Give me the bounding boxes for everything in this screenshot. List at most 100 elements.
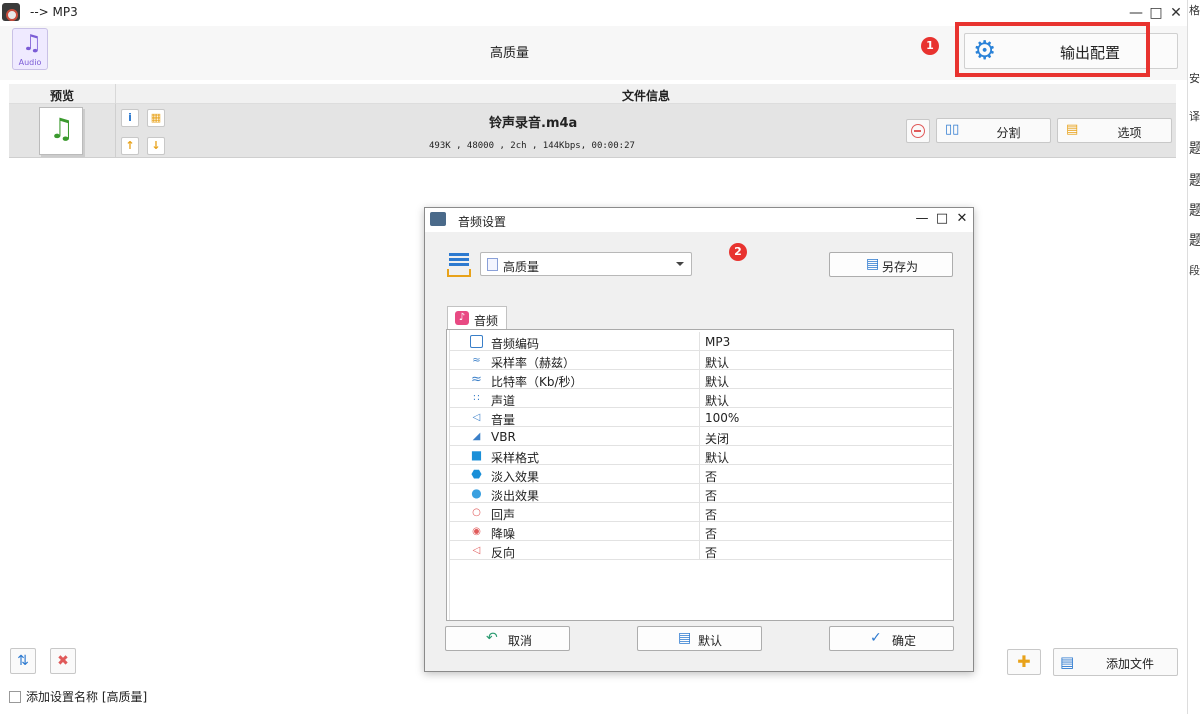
setting-row[interactable]: 音频编码 MP3 xyxy=(449,332,952,351)
setting-key: 反向 xyxy=(491,546,516,560)
app-icon xyxy=(2,3,20,21)
setting-key: 音量 xyxy=(491,413,516,427)
side-text: 格: xyxy=(1189,4,1200,17)
setting-row[interactable]: ● 淡出效果 否 xyxy=(449,484,952,503)
options-button[interactable]: ▤ 选项 xyxy=(1057,118,1172,143)
add-file-button[interactable]: ▤ 添加文件 xyxy=(1053,648,1178,676)
music-note-icon: ♪ xyxy=(455,311,469,325)
setting-row[interactable]: ≈ 采样率（赫兹） 默认 xyxy=(449,351,952,370)
check-circle-icon: ✓ xyxy=(870,630,882,646)
dialog-minimize-icon[interactable]: — xyxy=(913,210,931,228)
split-button[interactable]: ▯▯ 分割 xyxy=(936,118,1051,143)
setting-key: 比特率（Kb/秒） xyxy=(491,375,583,389)
setting-value: 默认 xyxy=(705,356,730,370)
setting-value: 默认 xyxy=(705,451,730,465)
step-badge-1: 1 xyxy=(921,37,939,55)
chevron-down-icon xyxy=(676,262,684,266)
default-button[interactable]: ▤ 默认 xyxy=(637,626,762,651)
ok-button[interactable]: ✓ 确定 xyxy=(829,626,954,651)
dialog-maximize-icon[interactable]: □ xyxy=(933,210,951,228)
volume-icon: ◁ xyxy=(472,412,481,423)
setting-value: 否 xyxy=(705,546,718,560)
echo-icon: ○ xyxy=(472,507,481,518)
setting-value: 默认 xyxy=(705,394,730,408)
file-row[interactable]: ♫ i ▦ ↑ ↓ 铃声录音.m4a 493K , 48000 , 2ch , … xyxy=(9,104,1176,158)
dialog-close-icon[interactable]: ✕ xyxy=(953,210,971,228)
setting-row[interactable]: ◁ 反向 否 xyxy=(449,541,952,560)
side-text: 段 xyxy=(1189,264,1200,277)
setting-row[interactable]: ∷ 声道 默认 xyxy=(449,389,952,408)
dialog-title: 音频设置 xyxy=(458,215,507,229)
channel-icon: ∷ xyxy=(473,393,480,404)
minimize-icon[interactable]: — xyxy=(1126,3,1146,23)
save-as-button[interactable]: ▤ 另存为 xyxy=(829,252,953,277)
setting-key: 音频编码 xyxy=(491,337,540,351)
setting-value: 100% xyxy=(705,411,740,425)
add-folder-button[interactable]: ✚ xyxy=(1007,649,1041,675)
add-setting-name-checkbox[interactable] xyxy=(9,690,21,703)
default-label: 默认 xyxy=(698,634,723,648)
highlight-box xyxy=(955,22,1150,77)
file-table-header: 预览 文件信息 xyxy=(9,84,1176,104)
setting-key: 采样率（赫兹） xyxy=(491,356,576,370)
add-setting-name-option[interactable]: 添加设置名称 [高质量] xyxy=(9,688,147,705)
split-label: 分割 xyxy=(996,126,1021,140)
side-text: 题 xyxy=(1189,230,1200,250)
maximize-icon[interactable]: □ xyxy=(1146,3,1166,23)
add-file-icon: ▤ xyxy=(1060,653,1075,671)
setting-value: 默认 xyxy=(705,375,730,389)
setting-value: 否 xyxy=(705,527,718,541)
move-up-icon[interactable]: ↑ xyxy=(121,137,139,155)
tab-audio[interactable]: ♪ 音频 xyxy=(447,306,507,330)
side-text: 安 xyxy=(1189,72,1200,85)
options-label: 选项 xyxy=(1117,126,1142,140)
preset-list-icon xyxy=(447,253,471,277)
setting-row[interactable]: ⬣ 淡入效果 否 xyxy=(449,465,952,484)
folder-icon[interactable]: ▦ xyxy=(147,109,165,127)
folder-plus-icon: ✚ xyxy=(1017,652,1031,671)
add-setting-name-label: 添加设置名称 [高质量] xyxy=(26,690,148,704)
setting-key: 淡出效果 xyxy=(491,489,540,503)
clear-list-icon[interactable]: ✖ xyxy=(50,648,76,674)
setting-key: 降噪 xyxy=(491,527,516,541)
cancel-label: 取消 xyxy=(508,634,533,648)
background-window-strip: 格: 安 译 题 题 题 题 段 xyxy=(1187,0,1200,714)
preset-value: 高质量 xyxy=(503,260,540,274)
save-icon: ▤ xyxy=(866,256,880,272)
side-text: 题 xyxy=(1189,200,1200,220)
setting-row[interactable]: ≈ 比特率（Kb/秒） 默认 xyxy=(449,370,952,389)
circle-icon: ● xyxy=(471,486,482,500)
save-as-label: 另存为 xyxy=(882,260,919,274)
window-title: --> MP3 xyxy=(30,5,78,19)
cube-icon: ■ xyxy=(470,448,483,462)
audio-settings-grid: 音频编码 MP3 ≈ 采样率（赫兹） 默认 ≈ 比特率（Kb/秒） 默认 ∷ 声… xyxy=(446,329,954,621)
dialog-app-icon xyxy=(430,212,446,226)
sort-icon[interactable]: ⇅ xyxy=(10,648,36,674)
setting-key: 回声 xyxy=(491,508,516,522)
audio-format-icon: ♫ Audio xyxy=(12,28,48,70)
close-icon[interactable]: ✕ xyxy=(1166,3,1186,23)
minus-circle-icon xyxy=(911,124,925,138)
setting-key: 声道 xyxy=(491,394,516,408)
remove-button[interactable] xyxy=(906,119,930,143)
setting-row[interactable]: ○ 回声 否 xyxy=(449,503,952,522)
setting-row[interactable]: ◉ 降噪 否 xyxy=(449,522,952,541)
reverse-icon: ◁ xyxy=(472,545,481,556)
cancel-button[interactable]: ↶ 取消 xyxy=(445,626,570,651)
noise-icon: ◉ xyxy=(472,526,481,537)
setting-row[interactable]: ◁ 音量 100% xyxy=(449,408,952,427)
side-text: 题 xyxy=(1189,138,1200,158)
setting-row[interactable]: ■ 采样格式 默认 xyxy=(449,446,952,465)
info-icon[interactable]: i xyxy=(121,109,139,127)
ok-label: 确定 xyxy=(892,634,917,648)
dialog-title-bar: 音频设置 — □ ✕ xyxy=(425,208,973,232)
move-down-icon[interactable]: ↓ xyxy=(147,137,165,155)
setting-value: 关闭 xyxy=(705,432,730,446)
setting-key: 采样格式 xyxy=(491,451,540,465)
setting-value: 否 xyxy=(705,470,718,484)
setting-value: 否 xyxy=(705,508,718,522)
setting-row[interactable]: ◢ VBR 关闭 xyxy=(449,427,952,446)
preset-dropdown[interactable]: 高质量 xyxy=(480,252,692,276)
undo-arrow-icon: ↶ xyxy=(486,630,498,646)
tab-audio-label: 音频 xyxy=(474,314,499,328)
